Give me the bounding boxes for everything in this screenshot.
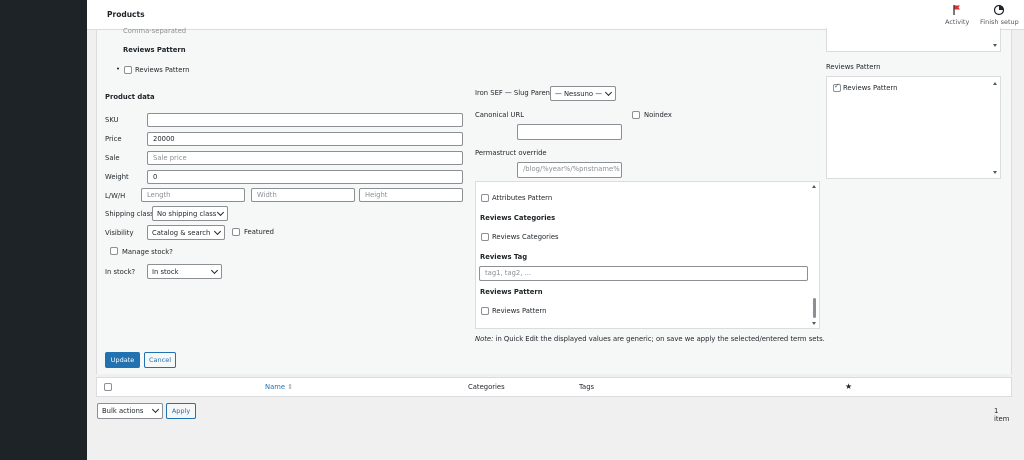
comma-separated-hint: Comma-separated — [123, 27, 187, 35]
slug-parent-label: Iron SEF — Slug Parent — [475, 89, 553, 97]
manage-stock-checkbox[interactable] — [110, 247, 118, 255]
reviews-pattern-label: Reviews Pattern — [492, 307, 547, 315]
apply-button[interactable]: Apply — [166, 403, 196, 419]
page-title: Products — [107, 10, 145, 19]
sale-price-input[interactable]: Sale price — [147, 151, 463, 165]
note-text: in Quick Edit the displayed values are g… — [493, 335, 825, 343]
in-stock-value: In stock — [152, 268, 179, 276]
update-button[interactable]: Update — [105, 352, 140, 368]
canonical-url-input[interactable] — [517, 124, 622, 140]
reviews-pattern-checkbox-label: Reviews Pattern — [135, 66, 190, 74]
permastruct-label: Permastruct override — [475, 149, 547, 157]
right-reviews-pattern-box[interactable]: Reviews Pattern — [826, 76, 1001, 179]
featured-label: Featured — [244, 228, 274, 236]
note-prefix: Note: — [475, 335, 494, 343]
sort-icon: ⇕ — [287, 383, 293, 391]
featured-star-icon[interactable]: ★ — [845, 382, 852, 391]
chevron-down-icon — [604, 88, 613, 97]
weight-label: Weight — [105, 173, 129, 181]
in-stock-select[interactable]: In stock — [147, 264, 222, 279]
right-reviews-pattern-checkbox[interactable] — [833, 82, 841, 92]
scroll-down-icon[interactable] — [993, 171, 997, 174]
flag-icon — [953, 5, 961, 15]
finish-setup-label: Finish setup — [980, 18, 1019, 26]
chevron-down-icon — [151, 405, 160, 414]
noindex-checkbox[interactable] — [632, 111, 640, 119]
reviews-tag-input[interactable]: tag1, tag2, ... — [479, 266, 808, 281]
scroll-up-icon[interactable] — [993, 82, 997, 85]
right-top-scroll-box[interactable] — [826, 28, 1001, 52]
finish-setup-button[interactable]: Finish setup — [980, 4, 1019, 26]
bulk-actions-select[interactable]: Bulk actions — [97, 403, 163, 419]
reviews-categories-heading: Reviews Categories — [480, 214, 556, 222]
bullet-icon: • — [116, 65, 121, 73]
sale-label: Sale — [105, 154, 120, 162]
reviews-pattern-heading: Reviews Pattern — [480, 288, 543, 296]
column-categories: Categories — [468, 383, 505, 391]
manage-stock-label: Manage stock? — [122, 248, 173, 256]
sku-label: SKU — [105, 116, 119, 124]
attributes-pattern-label: Attributes Pattern — [492, 194, 553, 202]
visibility-value: Catalog & search — [152, 229, 211, 237]
right-reviews-pattern-heading: Reviews Pattern — [826, 63, 881, 71]
sku-input[interactable] — [147, 113, 463, 127]
featured-checkbox[interactable] — [232, 228, 240, 236]
item-count: 1 item — [994, 407, 1010, 423]
shipping-class-select[interactable]: No shipping class — [152, 206, 228, 221]
reviews-pattern-checkbox[interactable] — [481, 307, 489, 315]
bulk-actions-value: Bulk actions — [102, 407, 144, 415]
column-tags: Tags — [579, 383, 595, 391]
cancel-button[interactable]: Cancel — [144, 352, 176, 368]
table-footer-actions: Bulk actions Apply 1 item — [96, 400, 1012, 423]
price-input[interactable]: 20000 — [147, 132, 463, 146]
column-name[interactable]: Name ⇕ — [265, 383, 293, 391]
in-stock-label: In stock? — [105, 268, 136, 276]
width-input[interactable]: Width — [251, 188, 355, 202]
chevron-down-icon — [210, 266, 219, 275]
progress-circle-icon — [994, 4, 1005, 16]
height-input[interactable]: Height — [359, 188, 463, 202]
admin-sidebar — [0, 0, 87, 460]
table-header: Name ⇕ Categories Tags ★ — [96, 377, 1012, 397]
scroll-down-icon[interactable] — [812, 322, 816, 325]
top-header: Products Activity Finish setup — [87, 0, 1024, 30]
shipping-class-label: Shipping class — [105, 210, 154, 218]
slug-parent-select[interactable]: — Nessuno — — [550, 86, 616, 101]
reviews-tag-heading: Reviews Tag — [480, 253, 528, 261]
activity-button[interactable]: Activity — [945, 4, 969, 26]
visibility-select[interactable]: Catalog & search — [147, 225, 225, 240]
noindex-label: Noindex — [644, 111, 672, 119]
shipping-class-value: No shipping class — [157, 210, 217, 218]
scrollbar-thumb[interactable] — [813, 298, 816, 318]
lwh-label: L/W/H — [105, 192, 126, 200]
activity-label: Activity — [945, 18, 970, 26]
taxonomy-scroll-box[interactable]: Attributes Pattern Reviews Categories Re… — [475, 181, 820, 329]
price-label: Price — [105, 135, 122, 143]
visibility-label: Visibility — [105, 229, 134, 237]
permastruct-input[interactable]: /blog/%year%/%pnstname% — [517, 162, 622, 178]
attributes-pattern-checkbox[interactable] — [481, 194, 489, 202]
select-all-checkbox[interactable] — [104, 383, 112, 391]
right-reviews-pattern-label: Reviews Pattern — [843, 84, 898, 92]
slug-parent-value: — Nessuno — — [555, 90, 603, 98]
quick-edit-panel: Comma-separated Reviews Pattern • Review… — [96, 27, 1012, 374]
length-input[interactable]: Length — [141, 188, 245, 202]
product-data-heading: Product data — [105, 93, 155, 101]
column-name-label: Name — [265, 383, 286, 391]
canonical-url-label: Canonical URL — [475, 111, 525, 119]
quick-edit-note: Note: in Quick Edit the displayed values… — [475, 335, 825, 343]
scroll-up-icon[interactable] — [812, 185, 816, 188]
chevron-down-icon — [213, 227, 222, 236]
reviews-pattern-checkbox[interactable] — [124, 66, 132, 74]
reviews-categories-checkbox[interactable] — [481, 233, 489, 241]
chevron-down-icon — [216, 208, 225, 217]
weight-input[interactable]: 0 — [147, 170, 463, 184]
scroll-down-icon[interactable] — [993, 44, 997, 47]
reviews-pattern-heading: Reviews Pattern — [123, 46, 186, 54]
reviews-categories-label: Reviews Categories — [492, 233, 559, 241]
